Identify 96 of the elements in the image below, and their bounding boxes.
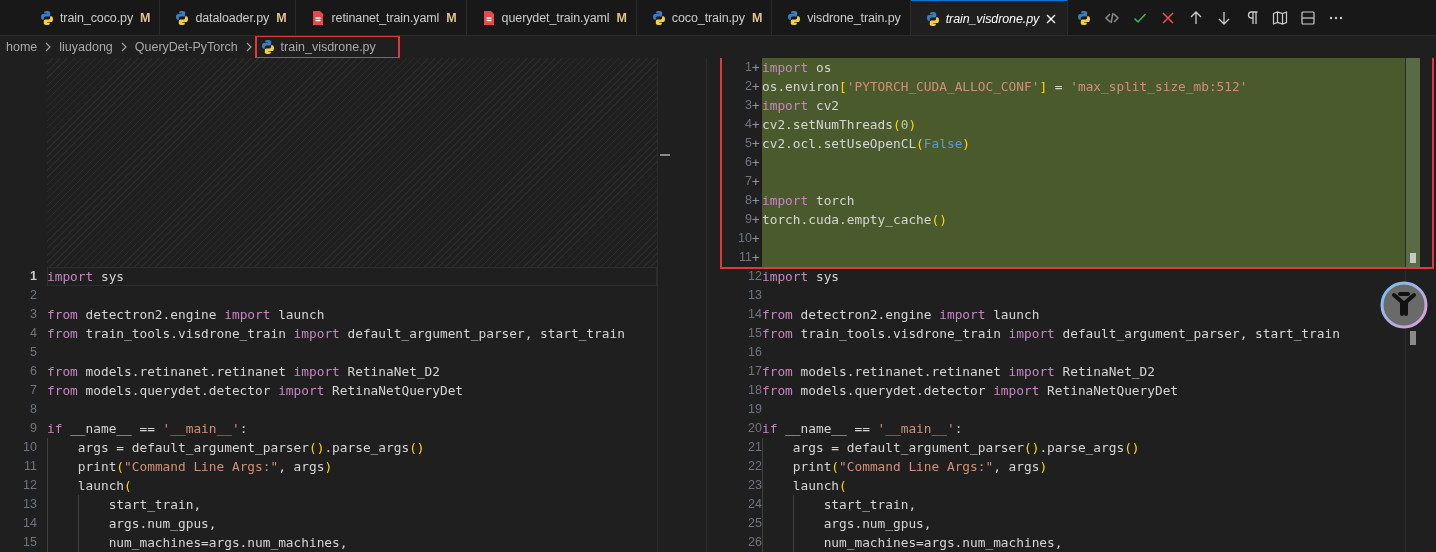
- code-line: from train_tools.visdrone_train import default_argument_parser, start_train: [762, 325, 1341, 343]
- line-number: 10: [738, 230, 752, 247]
- line-number: 3: [745, 97, 752, 114]
- breadcrumb-item[interactable]: train_visdrone.py: [256, 37, 398, 57]
- line-number: 15: [748, 325, 762, 342]
- code-line: from models.querydet.detector import RetinaNetQueryDet: [47, 382, 465, 400]
- line-number: 12: [748, 268, 762, 283]
- editor-tab[interactable]: visdrone_train.py: [772, 0, 911, 35]
- line-number: 11: [739, 249, 752, 266]
- diff-marker: +: [752, 154, 761, 172]
- diff-marker: +: [752, 135, 761, 153]
- modified-indicator: M: [446, 10, 457, 25]
- diff-marker: +: [752, 230, 761, 248]
- line-number: 4: [30, 325, 37, 342]
- line-number: 8: [745, 192, 752, 209]
- modified-indicator: M: [751, 10, 763, 25]
- scroll-marker: [1410, 253, 1416, 263]
- line-number: 16: [748, 344, 762, 361]
- diff-marker: +: [752, 173, 761, 191]
- diff-marker: +: [752, 59, 761, 77]
- line-number: 1: [30, 268, 37, 285]
- diff-marker: +: [752, 249, 761, 267]
- scroll-marker: [1410, 331, 1416, 345]
- line-number: 9: [30, 420, 37, 437]
- editor-tab[interactable]: train_visdrone.py: [910, 0, 1069, 35]
- code-line: from detectron2.engine import launch: [762, 306, 1041, 324]
- line-number: 18: [748, 382, 762, 399]
- line-number: 2: [745, 78, 752, 95]
- python-file-icon: [259, 39, 276, 55]
- line-number: 5: [745, 135, 752, 152]
- editor-tab[interactable]: dataloader.py M: [160, 0, 297, 35]
- code-line: from detectron2.engine import launch: [47, 306, 326, 324]
- line-number: 9: [745, 211, 752, 228]
- diff-marker: +: [752, 192, 761, 210]
- line-number: 25: [748, 515, 762, 532]
- line-number: 1: [745, 59, 752, 76]
- breadcrumb-item[interactable]: liuyadong: [56, 37, 116, 57]
- chevron-right-icon: [244, 42, 253, 52]
- code-line: from train_tools.visdrone_train import default_argument_parser, start_train: [47, 325, 626, 343]
- line-number: 7: [30, 382, 37, 399]
- python-file-icon: [174, 9, 191, 26]
- code-line: from models.querydet.detector import RetinaNetQueryDet: [762, 382, 1180, 400]
- line-number: 7: [745, 173, 752, 190]
- line-number: 15: [23, 534, 37, 551]
- python-file-icon: [924, 10, 941, 27]
- python-file-icon: [786, 9, 803, 26]
- line-number: 6: [30, 363, 37, 380]
- python-file-icon: [650, 9, 667, 26]
- diff-marker: +: [752, 211, 761, 229]
- code-line: import sys: [762, 268, 841, 286]
- line-number: 10: [23, 439, 37, 456]
- line-number: 4: [745, 116, 752, 133]
- breadcrumb-item[interactable]: home: [3, 37, 41, 57]
- line-number: 8: [30, 401, 37, 418]
- split-editor-icon[interactable]: [1300, 9, 1317, 26]
- line-number: 22: [748, 458, 762, 475]
- floating-logo-button[interactable]: [1380, 281, 1428, 329]
- code-line: from models.retinanet.retinanet import RetinaNet_D2: [762, 363, 1156, 381]
- editor-tab[interactable]: train_coco.py M: [25, 0, 161, 35]
- diff-marker: +: [752, 97, 761, 115]
- diff-marker: +: [752, 116, 761, 134]
- chevron-right-icon: [44, 42, 53, 52]
- line-number: 13: [748, 287, 762, 304]
- code-line: from models.retinanet.retinanet import RetinaNet_D2: [47, 363, 441, 381]
- scroll-marker: [660, 154, 670, 156]
- line-number: 20: [748, 420, 762, 437]
- editor-tab[interactable]: retinanet_train.yaml M: [296, 0, 467, 35]
- python-file-icon: [39, 9, 55, 26]
- breadcrumb-item[interactable]: QueryDet-PyTorch: [131, 37, 241, 57]
- line-number: 11: [24, 458, 37, 475]
- diff-marker: +: [752, 78, 761, 96]
- chevron-right-icon: [119, 42, 128, 52]
- line-number: 14: [23, 515, 37, 532]
- line-number: 3: [30, 306, 37, 323]
- line-number: 14: [748, 306, 762, 323]
- editor-tab[interactable]: coco_train.py M: [636, 0, 773, 35]
- modified-indicator: M: [276, 10, 287, 25]
- editor-tab[interactable]: querydet_train.yaml M: [466, 0, 637, 35]
- modified-indicator: M: [616, 10, 627, 25]
- line-number: 17: [748, 363, 762, 380]
- line-number: 23: [748, 477, 762, 494]
- code-line: if __name__ == '__main__':: [47, 420, 249, 438]
- line-number: 12: [23, 477, 37, 494]
- line-number: 26: [748, 534, 762, 551]
- line-number: 2: [30, 287, 37, 304]
- line-number: 24: [748, 496, 762, 513]
- code-line: import sys: [47, 267, 657, 286]
- line-number: 19: [748, 401, 762, 418]
- line-number: 21: [748, 439, 762, 456]
- line-number: 6: [745, 154, 752, 171]
- python-file-icon: [1076, 9, 1093, 26]
- modified-indicator: M: [140, 10, 151, 25]
- map-icon[interactable]: [1272, 9, 1289, 26]
- line-number: 5: [30, 344, 37, 361]
- code-line: if __name__ == '__main__':: [762, 420, 964, 438]
- line-number: 13: [23, 496, 37, 513]
